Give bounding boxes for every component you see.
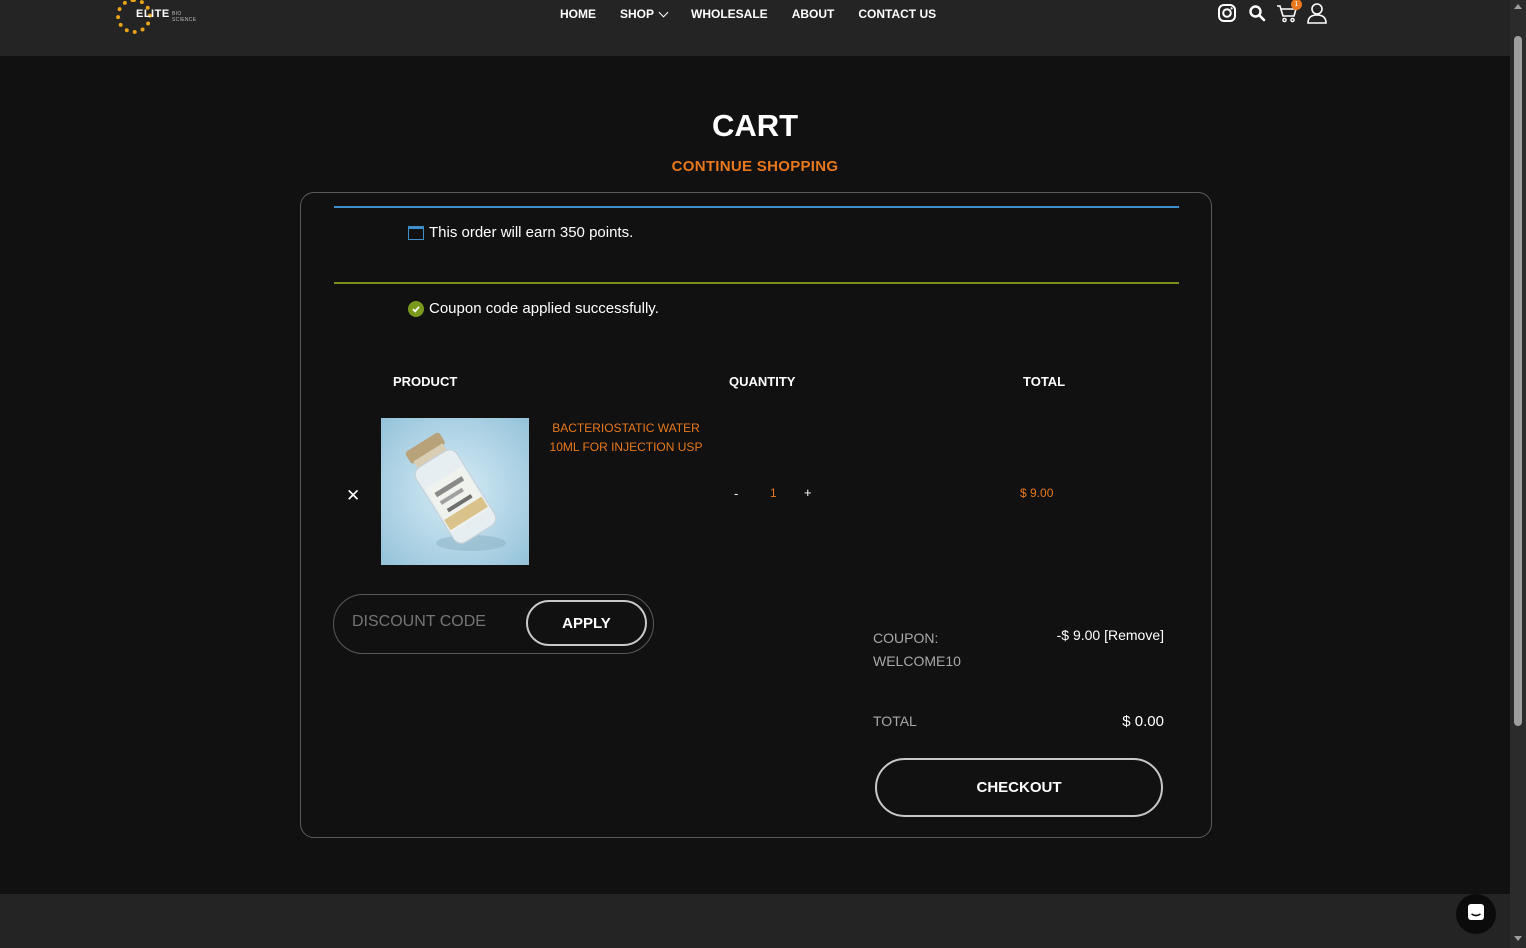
page-title: CART xyxy=(711,108,799,143)
coupon-label: COUPON: WELCOME10 xyxy=(873,627,993,673)
scrollbar[interactable] xyxy=(1510,0,1526,948)
product-image[interactable] xyxy=(381,418,529,565)
quantity-decrease-button[interactable]: - xyxy=(734,486,738,501)
window-icon xyxy=(408,225,424,240)
total-value: $ 0.00 xyxy=(1122,713,1164,730)
main-nav: HOME SHOP WHOLESALE ABOUT CONTACT US xyxy=(560,6,936,22)
user-icon[interactable] xyxy=(1306,2,1328,24)
checkout-button[interactable]: CHECKOUT xyxy=(875,758,1163,817)
coupon-success-notice: Coupon code applied successfully. xyxy=(334,282,1179,358)
scroll-up-arrow-icon[interactable] xyxy=(1514,4,1522,9)
cart-icon[interactable]: 1 xyxy=(1276,0,1302,24)
quantity-increase-button[interactable]: + xyxy=(804,485,812,500)
check-circle-icon xyxy=(408,300,424,317)
points-notice: This order will earn 350 points. xyxy=(334,206,1179,282)
instagram-icon[interactable] xyxy=(1216,2,1238,24)
points-notice-text: This order will earn 350 points. xyxy=(429,224,634,241)
chevron-down-icon xyxy=(658,7,669,17)
nav-about[interactable]: ABOUT xyxy=(792,6,835,22)
nav-home[interactable]: HOME xyxy=(560,6,596,22)
total-label: TOTAL xyxy=(873,713,917,729)
nav-contact[interactable]: CONTACT US xyxy=(858,6,936,22)
header-quantity: QUANTITY xyxy=(729,374,796,389)
site-footer xyxy=(0,894,1510,948)
coupon-label-text: COUPON: WELCOME10 xyxy=(873,630,961,669)
scroll-down-arrow-icon[interactable] xyxy=(1514,936,1522,941)
coupon-notice-text: Coupon code applied successfully. xyxy=(429,300,659,317)
cart-card: This order will earn 350 points. Coupon … xyxy=(300,192,1212,838)
chat-button[interactable] xyxy=(1456,894,1496,934)
nav-wholesale[interactable]: WHOLESALE xyxy=(691,6,768,22)
quantity-value[interactable]: 1 xyxy=(770,486,777,500)
nav-shop[interactable]: SHOP xyxy=(620,6,669,22)
product-name-link[interactable]: BACTERIOSTATIC WATER 10ML FOR INJECTION … xyxy=(547,419,705,457)
chat-icon xyxy=(1467,903,1485,926)
points-notice-row: This order will earn 350 points. xyxy=(408,224,633,241)
logo-text: ELITE xyxy=(136,8,170,20)
apply-button[interactable]: APPLY xyxy=(526,600,647,646)
search-icon[interactable] xyxy=(1246,2,1268,24)
nav-shop-label: SHOP xyxy=(620,7,655,21)
page: ELITE BIO SCIENCE HOME SHOP WHOLESALE AB… xyxy=(0,0,1526,948)
cart-count-badge: 1 xyxy=(1291,0,1302,10)
scroll-thumb[interactable] xyxy=(1514,36,1522,726)
logo[interactable]: ELITE BIO SCIENCE xyxy=(114,0,204,38)
header-icons: 1 xyxy=(1216,0,1328,24)
discount-form: APPLY xyxy=(333,594,654,654)
coupon-discount-value[interactable]: -$ 9.00 [Remove] xyxy=(1057,627,1164,643)
coupon-notice-row: Coupon code applied successfully. xyxy=(408,300,659,317)
header-product: PRODUCT xyxy=(393,374,458,389)
header-total: TOTAL xyxy=(1023,374,1066,389)
continue-shopping-link[interactable]: CONTINUE SHOPPING xyxy=(0,158,1510,175)
line-item-total: $ 9.00 xyxy=(1020,486,1054,500)
discount-code-input[interactable] xyxy=(352,613,522,631)
remove-item-icon[interactable]: ✕ xyxy=(346,486,360,506)
site-header: ELITE BIO SCIENCE HOME SHOP WHOLESALE AB… xyxy=(0,0,1510,56)
logo-subtext: BIO SCIENCE xyxy=(172,11,197,23)
